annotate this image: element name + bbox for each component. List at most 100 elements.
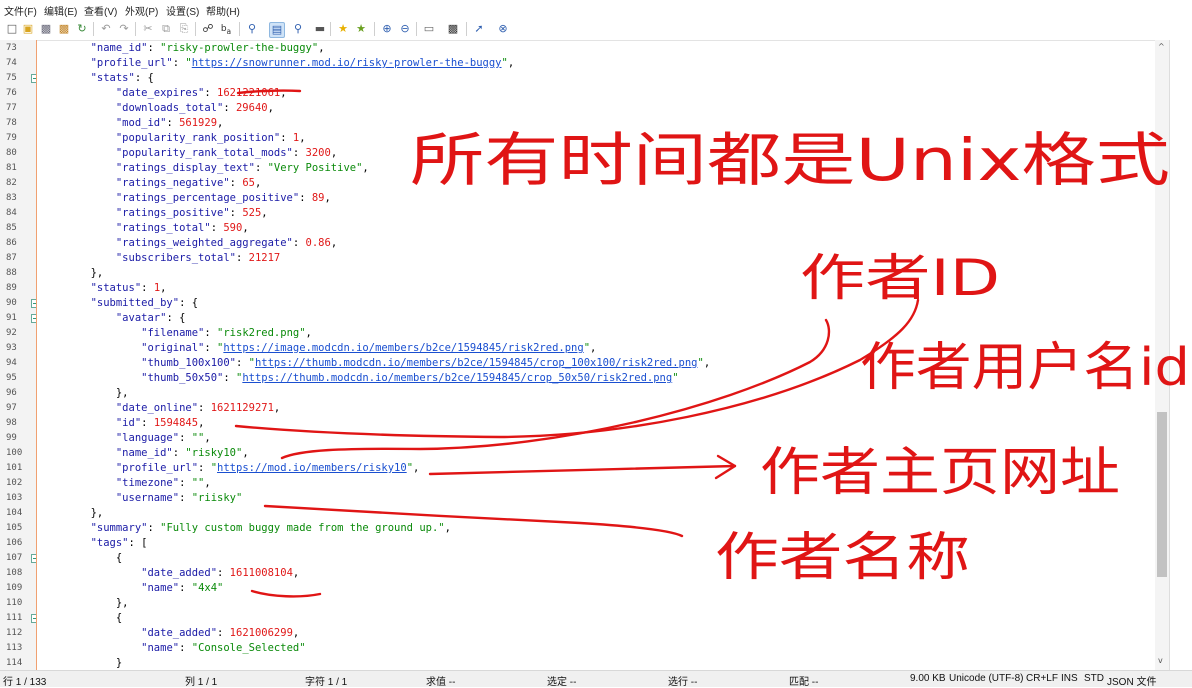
find-icon[interactable]: ☍	[201, 22, 215, 36]
status-ins[interactable]: INS	[1061, 673, 1078, 684]
bookmark-next-icon[interactable]: ★	[354, 22, 368, 36]
json-key: "status"	[90, 282, 142, 294]
code-line: {	[40, 611, 122, 626]
line-number: 109	[6, 583, 23, 593]
replace-icon[interactable]: ba	[219, 22, 233, 36]
json-punctuation: ,	[330, 147, 338, 159]
view-icon[interactable]: ▭	[422, 22, 436, 36]
menu-help[interactable]: 帮助(H)	[206, 3, 240, 18]
bookmark-icon-star[interactable]: ★	[336, 22, 350, 36]
code-line: "ratings_negative": 65,	[40, 176, 261, 191]
json-key: "language"	[115, 432, 180, 444]
json-punctuation: :	[198, 462, 211, 474]
json-punctuation: :	[166, 117, 180, 129]
json-punctuation: ,	[305, 327, 312, 339]
close-icon[interactable]: ⊗	[496, 22, 510, 36]
cut-icon[interactable]: ✂	[141, 22, 155, 36]
fold-toggle-icon[interactable]	[31, 554, 36, 563]
scroll-down-arrow-icon[interactable]: v	[1158, 656, 1163, 665]
code-line: }	[40, 656, 122, 670]
code-line: "tags": [	[40, 536, 148, 551]
scroll-up-arrow-icon[interactable]: ^	[1158, 42, 1165, 51]
code-editor[interactable]: "name_id": "risky-prowler-the-buggy", "p…	[40, 40, 1155, 670]
line-number: 114	[6, 658, 23, 668]
status-eol[interactable]: CR+LF	[1026, 673, 1058, 684]
code-link[interactable]: https://snowrunner.mod.io/risky-prowler-…	[192, 57, 502, 69]
menu-view[interactable]: 查看(V)	[84, 3, 117, 18]
vertical-scrollbar[interactable]: ^ v	[1155, 40, 1169, 670]
redo-icon[interactable]: ↷	[117, 22, 131, 36]
json-key: "date_added"	[141, 627, 218, 639]
json-key: "ratings_weighted_aggregate"	[115, 237, 293, 249]
open-file-icon[interactable]: ▣	[21, 22, 35, 36]
json-punctuation: :	[292, 147, 306, 159]
json-punctuation: :	[204, 342, 218, 354]
pin-icon[interactable]: ➚	[472, 22, 486, 36]
zoom-out-icon[interactable]: ⊖	[398, 22, 412, 36]
menu-appearance[interactable]: 外观(P)	[125, 3, 158, 18]
code-line: "date_online": 1621129271,	[40, 401, 280, 416]
json-punctuation: :	[147, 42, 161, 54]
line-number: 88	[6, 268, 17, 278]
json-number: 65	[242, 177, 255, 189]
json-number: 525	[242, 207, 262, 219]
code-link[interactable]: https://thumb.modcdn.io/members/b2ce/159…	[242, 372, 672, 384]
code-line: "ratings_percentage_positive": 89,	[40, 191, 331, 206]
status-encoding[interactable]: Unicode (UTF-8)	[949, 673, 1023, 684]
code-line: "avatar": {	[40, 311, 186, 326]
undo-icon[interactable]: ↶	[99, 22, 113, 36]
scrollbar-thumb[interactable]	[1157, 412, 1167, 577]
wrap-toggle-icon[interactable]: ▤	[269, 22, 285, 38]
json-key: "ratings_negative"	[115, 177, 230, 189]
code-line: "mod_id": 561929,	[40, 116, 224, 131]
json-punctuation: ,	[273, 402, 281, 414]
code-line: },	[40, 506, 104, 521]
code-link[interactable]: https://thumb.modcdn.io/members/b2ce/159…	[255, 357, 698, 369]
zoom-icon[interactable]: ⚲	[291, 22, 305, 36]
fold-toggle-icon[interactable]	[31, 614, 36, 623]
json-key: "date_added"	[141, 567, 218, 579]
save-all-icon[interactable]: ▩	[57, 22, 71, 36]
json-key: "timezone"	[115, 477, 180, 489]
paste-icon[interactable]: ⎘	[177, 22, 191, 36]
code-link[interactable]: https://image.modcdn.io/members/b2ce/159…	[223, 342, 583, 354]
code-line: "name": "Console_Selected"	[40, 641, 305, 656]
find-in-files-icon[interactable]: ⚲	[245, 22, 259, 36]
new-file-icon[interactable]: □	[5, 22, 19, 36]
terminal-icon[interactable]: ▩	[446, 22, 460, 36]
menu-file[interactable]: 文件(F)	[4, 3, 37, 18]
line-number: 111	[6, 613, 23, 623]
json-key: "summary"	[90, 522, 148, 534]
zoom-in-icon[interactable]: ⊕	[380, 22, 394, 36]
code-line: "filename": "risk2red.png",	[40, 326, 312, 341]
line-number: 77	[6, 103, 17, 113]
status-std[interactable]: STD	[1084, 673, 1104, 684]
json-key: "thumb_50x50"	[141, 372, 224, 384]
save-icon[interactable]: ▩	[39, 22, 53, 36]
code-line: "name_id": "risky10",	[40, 446, 249, 461]
json-number: 29640	[235, 102, 268, 114]
json-punctuation: :	[235, 252, 249, 264]
json-punctuation: :	[172, 57, 186, 69]
json-number: 1594845	[153, 417, 199, 429]
bookmark-icon[interactable]: ▬	[313, 22, 327, 36]
code-link[interactable]: https://mod.io/members/risky10	[217, 462, 407, 474]
copy-icon[interactable]: ⧉	[159, 22, 173, 36]
json-string: "Very Positive"	[267, 162, 363, 174]
reload-icon[interactable]: ↻	[75, 22, 89, 36]
fold-toggle-icon[interactable]	[31, 314, 36, 323]
line-number: 83	[6, 193, 17, 203]
menu-edit[interactable]: 编辑(E)	[44, 3, 77, 18]
fold-toggle-icon[interactable]	[31, 74, 36, 83]
json-string: "	[672, 372, 679, 384]
json-punctuation: :	[280, 132, 293, 144]
menu-settings[interactable]: 设置(S)	[166, 3, 199, 18]
line-number: 93	[6, 343, 17, 353]
fold-toggle-icon[interactable]	[31, 299, 36, 308]
code-line: "thumb_50x50": "https://thumb.modcdn.io/…	[40, 371, 679, 386]
